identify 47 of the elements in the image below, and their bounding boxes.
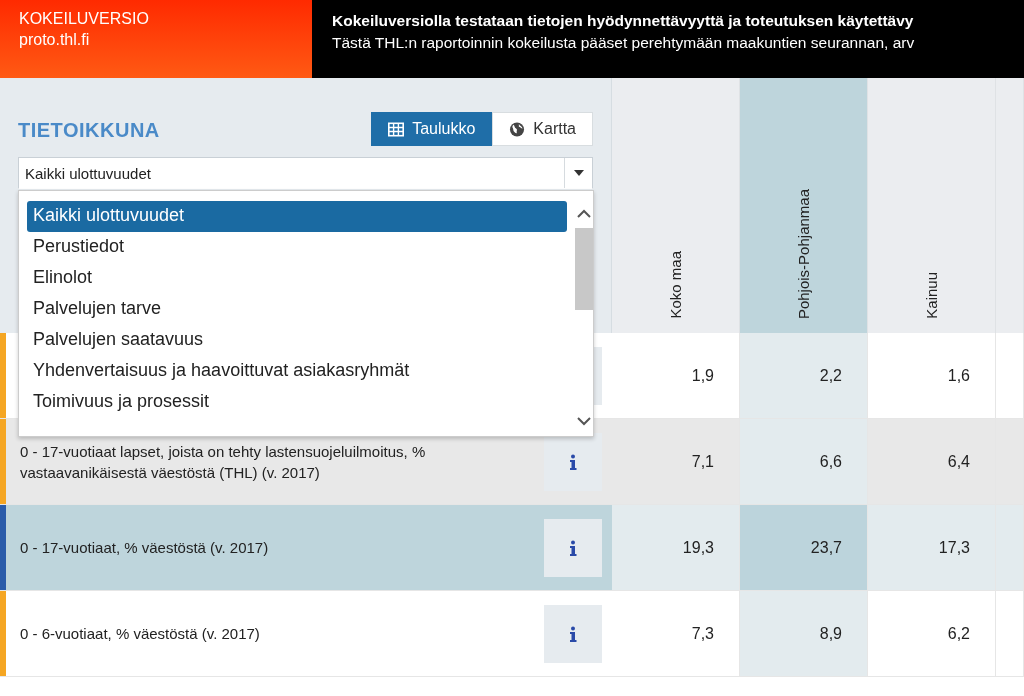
dropdown-option[interactable]: Elinolot bbox=[27, 263, 567, 294]
table-cell: 17,3 bbox=[868, 505, 996, 591]
table-cell: 2,2 bbox=[740, 333, 868, 419]
info-icon bbox=[569, 625, 577, 642]
chevron-up-icon[interactable] bbox=[577, 209, 591, 218]
indicator-cell[interactable]: 0 - 6-vuotiaat, % väestöstä (v. 2017) bbox=[0, 591, 612, 677]
table-cell: 7,3 bbox=[612, 591, 740, 677]
indicator-label: 0 - 17-vuotiaat lapset, joista on tehty lastensuojeluilmoitus, % vastaavanikäisestä väestöstä (THL) (v. 2017) bbox=[20, 441, 427, 483]
notice-text: Tästä THL:n raportoinnin kokeilusta pääset perehtymään maakuntien seurannan, arv bbox=[332, 34, 915, 52]
version-label: KOKEILUVERSIO bbox=[19, 10, 149, 28]
table-icon bbox=[388, 121, 405, 137]
info-button[interactable] bbox=[544, 604, 602, 663]
column-header[interactable]: Pohjois-Pohjanmaa bbox=[740, 78, 868, 333]
dropdown-option[interactable]: Kaikki ulottuvuudet bbox=[27, 201, 567, 232]
column-header[interactable]: Koko maa bbox=[612, 78, 740, 333]
dropdown-option[interactable]: Yhdenvertaisuus ja haavoittuvat asiakasryhmät bbox=[27, 356, 567, 387]
table-cell: 1,6 bbox=[868, 333, 996, 419]
view-toggle-button[interactable]: Kartta bbox=[492, 112, 593, 146]
globe-icon bbox=[509, 121, 526, 137]
info-icon bbox=[569, 539, 577, 556]
info-button[interactable] bbox=[544, 518, 602, 577]
dropdown-option[interactable]: Toimivuus ja prosessit bbox=[27, 387, 567, 418]
indicator-label: 0 - 6-vuotiaat, % väestöstä (v. 2017) bbox=[20, 624, 261, 644]
table-cell: 7,1 bbox=[612, 419, 740, 505]
chevron-down-icon[interactable] bbox=[577, 417, 591, 426]
panel-title: TIETOIKKUNA bbox=[18, 119, 160, 143]
notice-headline: Kokeiluversiolla testataan tietojen hyödynnettävyyttä ja toteutuksen käytettävy bbox=[332, 12, 914, 30]
dropdown-option[interactable]: Perustiedot bbox=[27, 232, 567, 263]
table-cell: 8,9 bbox=[740, 591, 868, 677]
column-header[interactable]: Kainuu bbox=[868, 78, 996, 333]
dropdown-option[interactable]: Palvelujen tarve bbox=[27, 294, 567, 325]
info-icon bbox=[569, 453, 577, 470]
view-toggle-button[interactable]: Taulukko bbox=[371, 112, 493, 146]
site-address: proto.thl.fi bbox=[19, 31, 90, 49]
info-button[interactable] bbox=[544, 432, 602, 491]
table-cell: 1,9 bbox=[612, 333, 740, 419]
caret-icon bbox=[573, 170, 584, 176]
indicator-label: 0 - 17-vuotiaat, % väestöstä (v. 2017) bbox=[20, 538, 270, 558]
table-cell: 19,3 bbox=[612, 505, 740, 591]
scrollbar-thumb[interactable] bbox=[575, 228, 593, 310]
dropdown-option[interactable]: Palvelujen saatavuus bbox=[27, 325, 567, 356]
table-cell: 6,6 bbox=[740, 419, 868, 505]
table-cell: 6,4 bbox=[868, 419, 996, 505]
table-cell: 6,2 bbox=[868, 591, 996, 677]
table-cell: 23,7 bbox=[740, 505, 868, 591]
dimension-select[interactable]: Kaikki ulottuvuudet bbox=[18, 157, 593, 189]
indicator-cell[interactable]: 0 - 17-vuotiaat, % väestöstä (v. 2017) bbox=[0, 505, 612, 591]
